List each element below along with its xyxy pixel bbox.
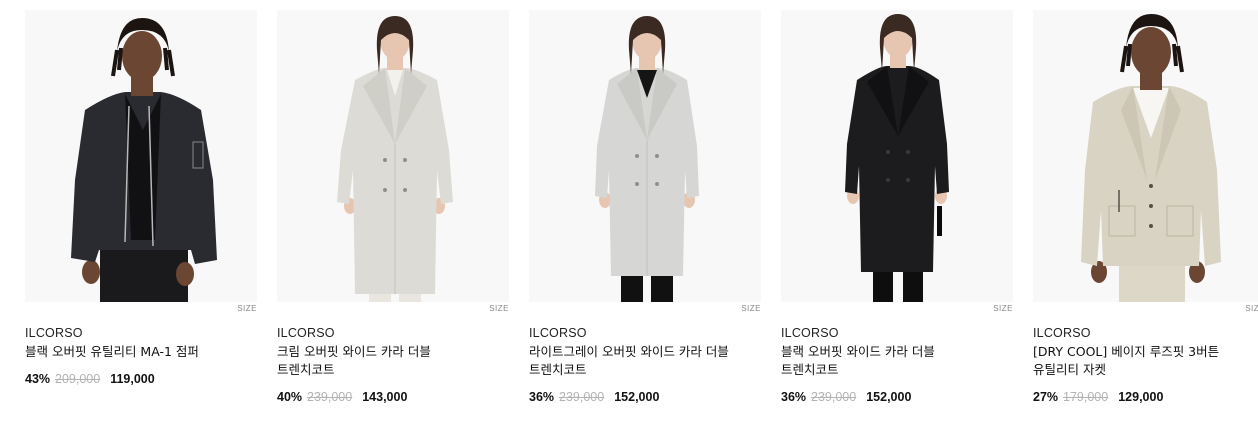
price-row: 27% 179,000 129,000 <box>1033 389 1258 405</box>
size-label[interactable]: SIZE <box>1033 302 1258 322</box>
product-image[interactable] <box>277 10 509 302</box>
product-brand[interactable]: ILCORSO <box>1033 326 1258 341</box>
size-label[interactable]: SIZE <box>25 302 257 322</box>
product-image[interactable] <box>529 10 761 302</box>
discount-rate: 43% <box>25 372 51 386</box>
price-row: 43% 209,000 119,000 <box>25 371 257 387</box>
sale-price: 119,000 <box>110 372 155 386</box>
original-price: 239,000 <box>559 390 605 404</box>
product-grid: SIZE ILCORSO 블랙 오버핏 유틸리티 MA-1 점퍼 43% 209… <box>25 10 1258 405</box>
size-label[interactable]: SIZE <box>529 302 761 322</box>
discount-rate: 36% <box>529 390 555 404</box>
product-name[interactable]: 크림 오버핏 와이드 카라 더블 트렌치코트 <box>277 343 492 379</box>
product-brand[interactable]: ILCORSO <box>781 326 1013 341</box>
product-photo-coat <box>337 16 453 302</box>
product-card[interactable]: SIZE ILCORSO 크림 오버핏 와이드 카라 더블 트렌치코트 40% … <box>277 10 509 405</box>
original-price: 239,000 <box>307 390 353 404</box>
product-image[interactable] <box>781 10 1013 302</box>
price-row: 40% 239,000 143,000 <box>277 389 509 405</box>
product-name[interactable]: 블랙 오버핏 와이드 카라 더블 트렌치코트 <box>781 343 996 379</box>
product-brand[interactable]: ILCORSO <box>529 326 761 341</box>
price-row: 36% 239,000 152,000 <box>529 389 761 405</box>
product-brand[interactable]: ILCORSO <box>25 326 257 341</box>
size-label[interactable]: SIZE <box>781 302 1013 322</box>
original-price: 209,000 <box>55 372 101 386</box>
discount-rate: 27% <box>1033 390 1059 404</box>
discount-rate: 40% <box>277 390 303 404</box>
price-row: 36% 239,000 152,000 <box>781 389 1013 405</box>
product-card[interactable]: SIZE ILCORSO [DRY COOL] 베이지 루즈핏 3버튼 유틸리티… <box>1033 10 1258 405</box>
product-photo-jacket <box>71 18 217 302</box>
sale-price: 129,000 <box>1118 390 1164 404</box>
product-card[interactable]: SIZE ILCORSO 블랙 오버핏 와이드 카라 더블 트렌치코트 36% … <box>781 10 1013 405</box>
product-image[interactable] <box>1033 10 1258 302</box>
sale-price: 152,000 <box>866 390 912 404</box>
size-label[interactable]: SIZE <box>277 302 509 322</box>
sale-price: 143,000 <box>362 390 408 404</box>
product-image[interactable] <box>25 10 257 302</box>
original-price: 179,000 <box>1063 390 1109 404</box>
product-name[interactable]: 라이트그레이 오버핏 와이드 카라 더블 트렌치코트 <box>529 343 744 379</box>
product-brand[interactable]: ILCORSO <box>277 326 509 341</box>
product-name[interactable]: [DRY COOL] 베이지 루즈핏 3버튼 유틸리티 자켓 <box>1033 343 1248 379</box>
sale-price: 152,000 <box>614 390 660 404</box>
product-card[interactable]: SIZE ILCORSO 블랙 오버핏 유틸리티 MA-1 점퍼 43% 209… <box>25 10 257 405</box>
product-photo-coat <box>845 14 949 302</box>
original-price: 239,000 <box>811 390 857 404</box>
product-card[interactable]: SIZE ILCORSO 라이트그레이 오버핏 와이드 카라 더블 트렌치코트 … <box>529 10 761 405</box>
product-photo-coat <box>595 16 699 302</box>
discount-rate: 36% <box>781 390 807 404</box>
product-photo-jacket <box>1081 14 1221 302</box>
product-name[interactable]: 블랙 오버핏 유틸리티 MA-1 점퍼 <box>25 343 240 361</box>
